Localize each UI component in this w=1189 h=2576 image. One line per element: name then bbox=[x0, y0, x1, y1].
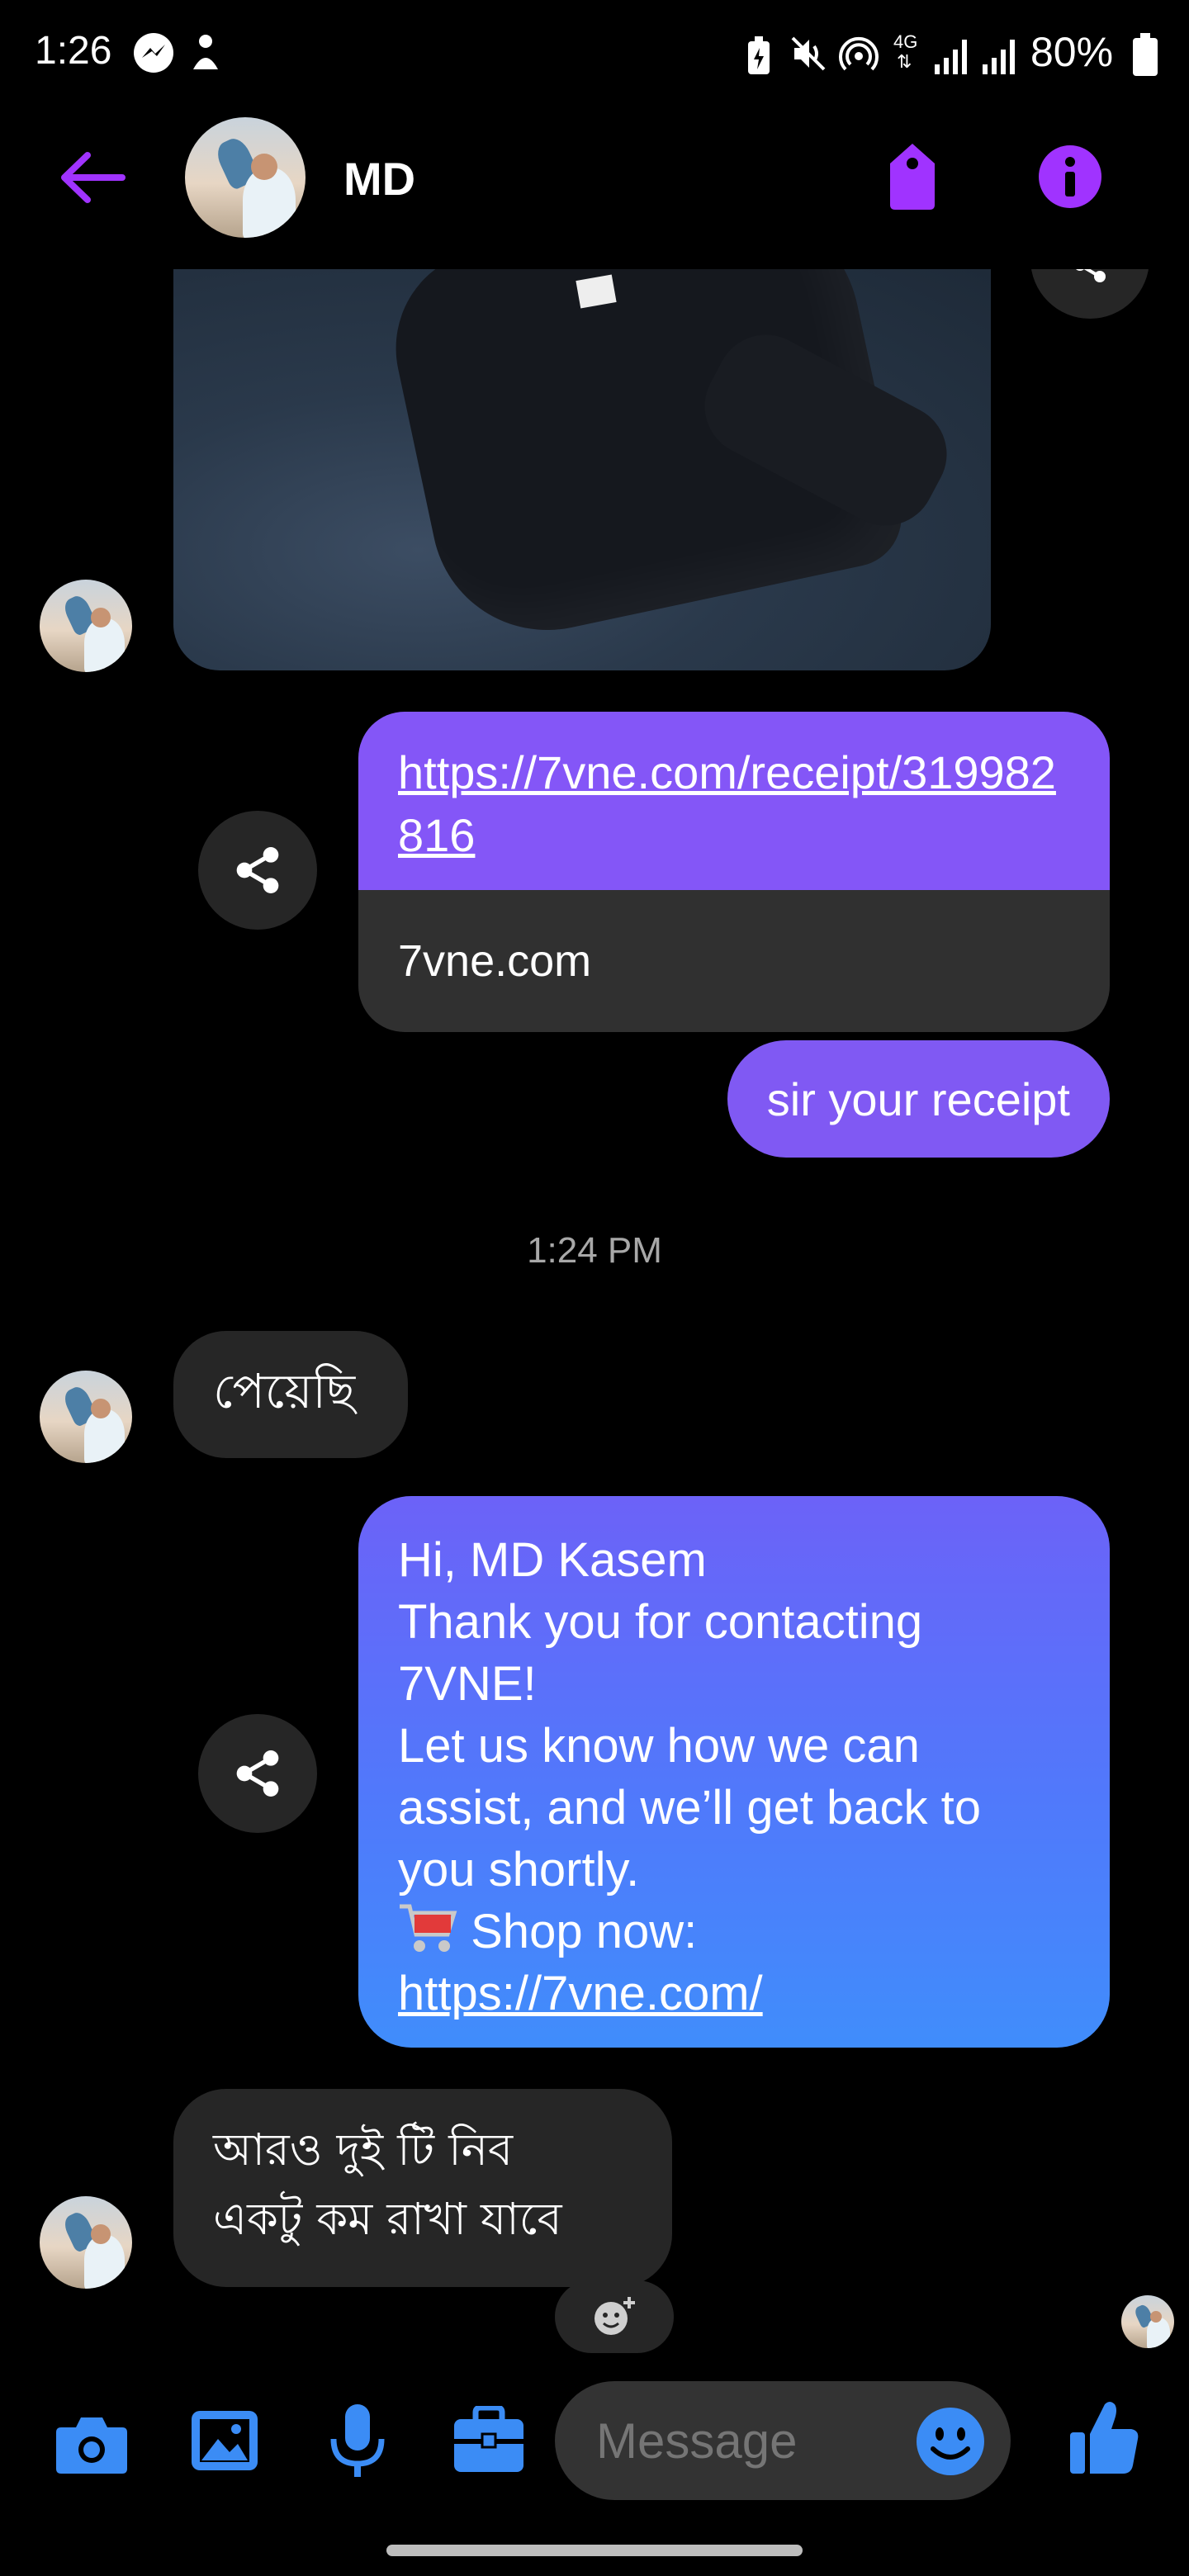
emoji-icon[interactable] bbox=[915, 2406, 986, 2477]
battery-icon bbox=[1133, 33, 1158, 76]
message-line: Hi, MD Kasem bbox=[398, 1533, 707, 1587]
shop-line: Shop now: bbox=[398, 1901, 1070, 1963]
camera-icon[interactable] bbox=[54, 2413, 129, 2475]
home-indicator[interactable] bbox=[386, 2545, 803, 2556]
share-button[interactable] bbox=[198, 811, 317, 930]
shared-photo[interactable] bbox=[173, 269, 991, 670]
contact-name[interactable]: MD bbox=[343, 152, 415, 206]
sender-avatar[interactable] bbox=[40, 1371, 132, 1463]
share-icon bbox=[236, 847, 279, 893]
signal-icon bbox=[983, 40, 1015, 74]
battery-saver-icon bbox=[748, 36, 770, 74]
message-line: 7VNE! bbox=[398, 1657, 537, 1711]
sender-avatar[interactable] bbox=[40, 580, 132, 672]
sent-message[interactable]: sir your receipt bbox=[727, 1040, 1110, 1158]
share-button[interactable] bbox=[198, 1714, 317, 1833]
add-reaction-button[interactable] bbox=[555, 2280, 674, 2353]
share-icon bbox=[236, 1750, 279, 1797]
contact-avatar[interactable] bbox=[185, 117, 306, 238]
figure-icon bbox=[193, 35, 218, 69]
message-text: Shop now: bbox=[471, 1905, 698, 1958]
message-text: sir your receipt bbox=[766, 1073, 1070, 1125]
link-url[interactable]: https://7vne.com/receipt/319982816 bbox=[358, 712, 1110, 890]
tag-icon[interactable] bbox=[883, 140, 941, 211]
sent-message[interactable]: Hi, MD Kasem Thank you for contacting 7V… bbox=[358, 1496, 1110, 2048]
message-line: একটু কম রাখা যাবে bbox=[213, 2193, 562, 2245]
add-reaction-icon bbox=[594, 2297, 635, 2335]
message-line: Let us know how we can bbox=[398, 1719, 920, 1773]
hotspot-icon bbox=[839, 36, 879, 71]
arrow-left-icon[interactable] bbox=[58, 149, 127, 206]
data-arrows-icon: ⇅ bbox=[897, 51, 912, 72]
messenger-icon bbox=[134, 33, 173, 73]
image-icon[interactable] bbox=[190, 2409, 259, 2472]
info-icon[interactable] bbox=[1037, 144, 1103, 210]
read-receipt-avatar bbox=[1121, 2295, 1174, 2348]
microphone-icon[interactable] bbox=[329, 2403, 386, 2480]
shopping-cart-icon bbox=[400, 1904, 457, 1952]
link-domain: 7vne.com bbox=[358, 890, 1110, 1032]
signal-icon bbox=[935, 40, 967, 74]
shop-link[interactable]: https://7vne.com/ bbox=[398, 1963, 1070, 2024]
conversation-header bbox=[0, 116, 1189, 269]
message-text: পেয়েছি bbox=[213, 1362, 356, 1419]
message-line: আরও দুই টি নিব bbox=[213, 2124, 513, 2176]
message-line: you shortly. bbox=[398, 1843, 640, 1896]
thumbs-up-icon[interactable] bbox=[1067, 2399, 1141, 2475]
status-bar: 1:26 4G ⇅ 80% bbox=[0, 0, 1189, 116]
status-time: 1:26 bbox=[35, 29, 112, 73]
battery-percentage: 80% bbox=[1030, 29, 1114, 75]
received-message[interactable]: আরও দুই টি নিব একটু কম রাখা যাবে bbox=[173, 2089, 672, 2287]
message-line: Thank you for contacting bbox=[398, 1595, 923, 1649]
message-timestamp: 1:24 PM bbox=[527, 1230, 662, 1271]
network-type: 4G bbox=[893, 31, 918, 52]
message-line: assist, and we’ll get back to bbox=[398, 1781, 982, 1835]
briefcase-icon[interactable] bbox=[452, 2406, 525, 2474]
sender-avatar[interactable] bbox=[40, 2196, 132, 2289]
link-preview-card[interactable]: https://7vne.com/receipt/319982816 7vne.… bbox=[358, 712, 1110, 1032]
mute-icon bbox=[791, 36, 826, 71]
received-message[interactable]: পেয়েছি bbox=[173, 1331, 408, 1458]
